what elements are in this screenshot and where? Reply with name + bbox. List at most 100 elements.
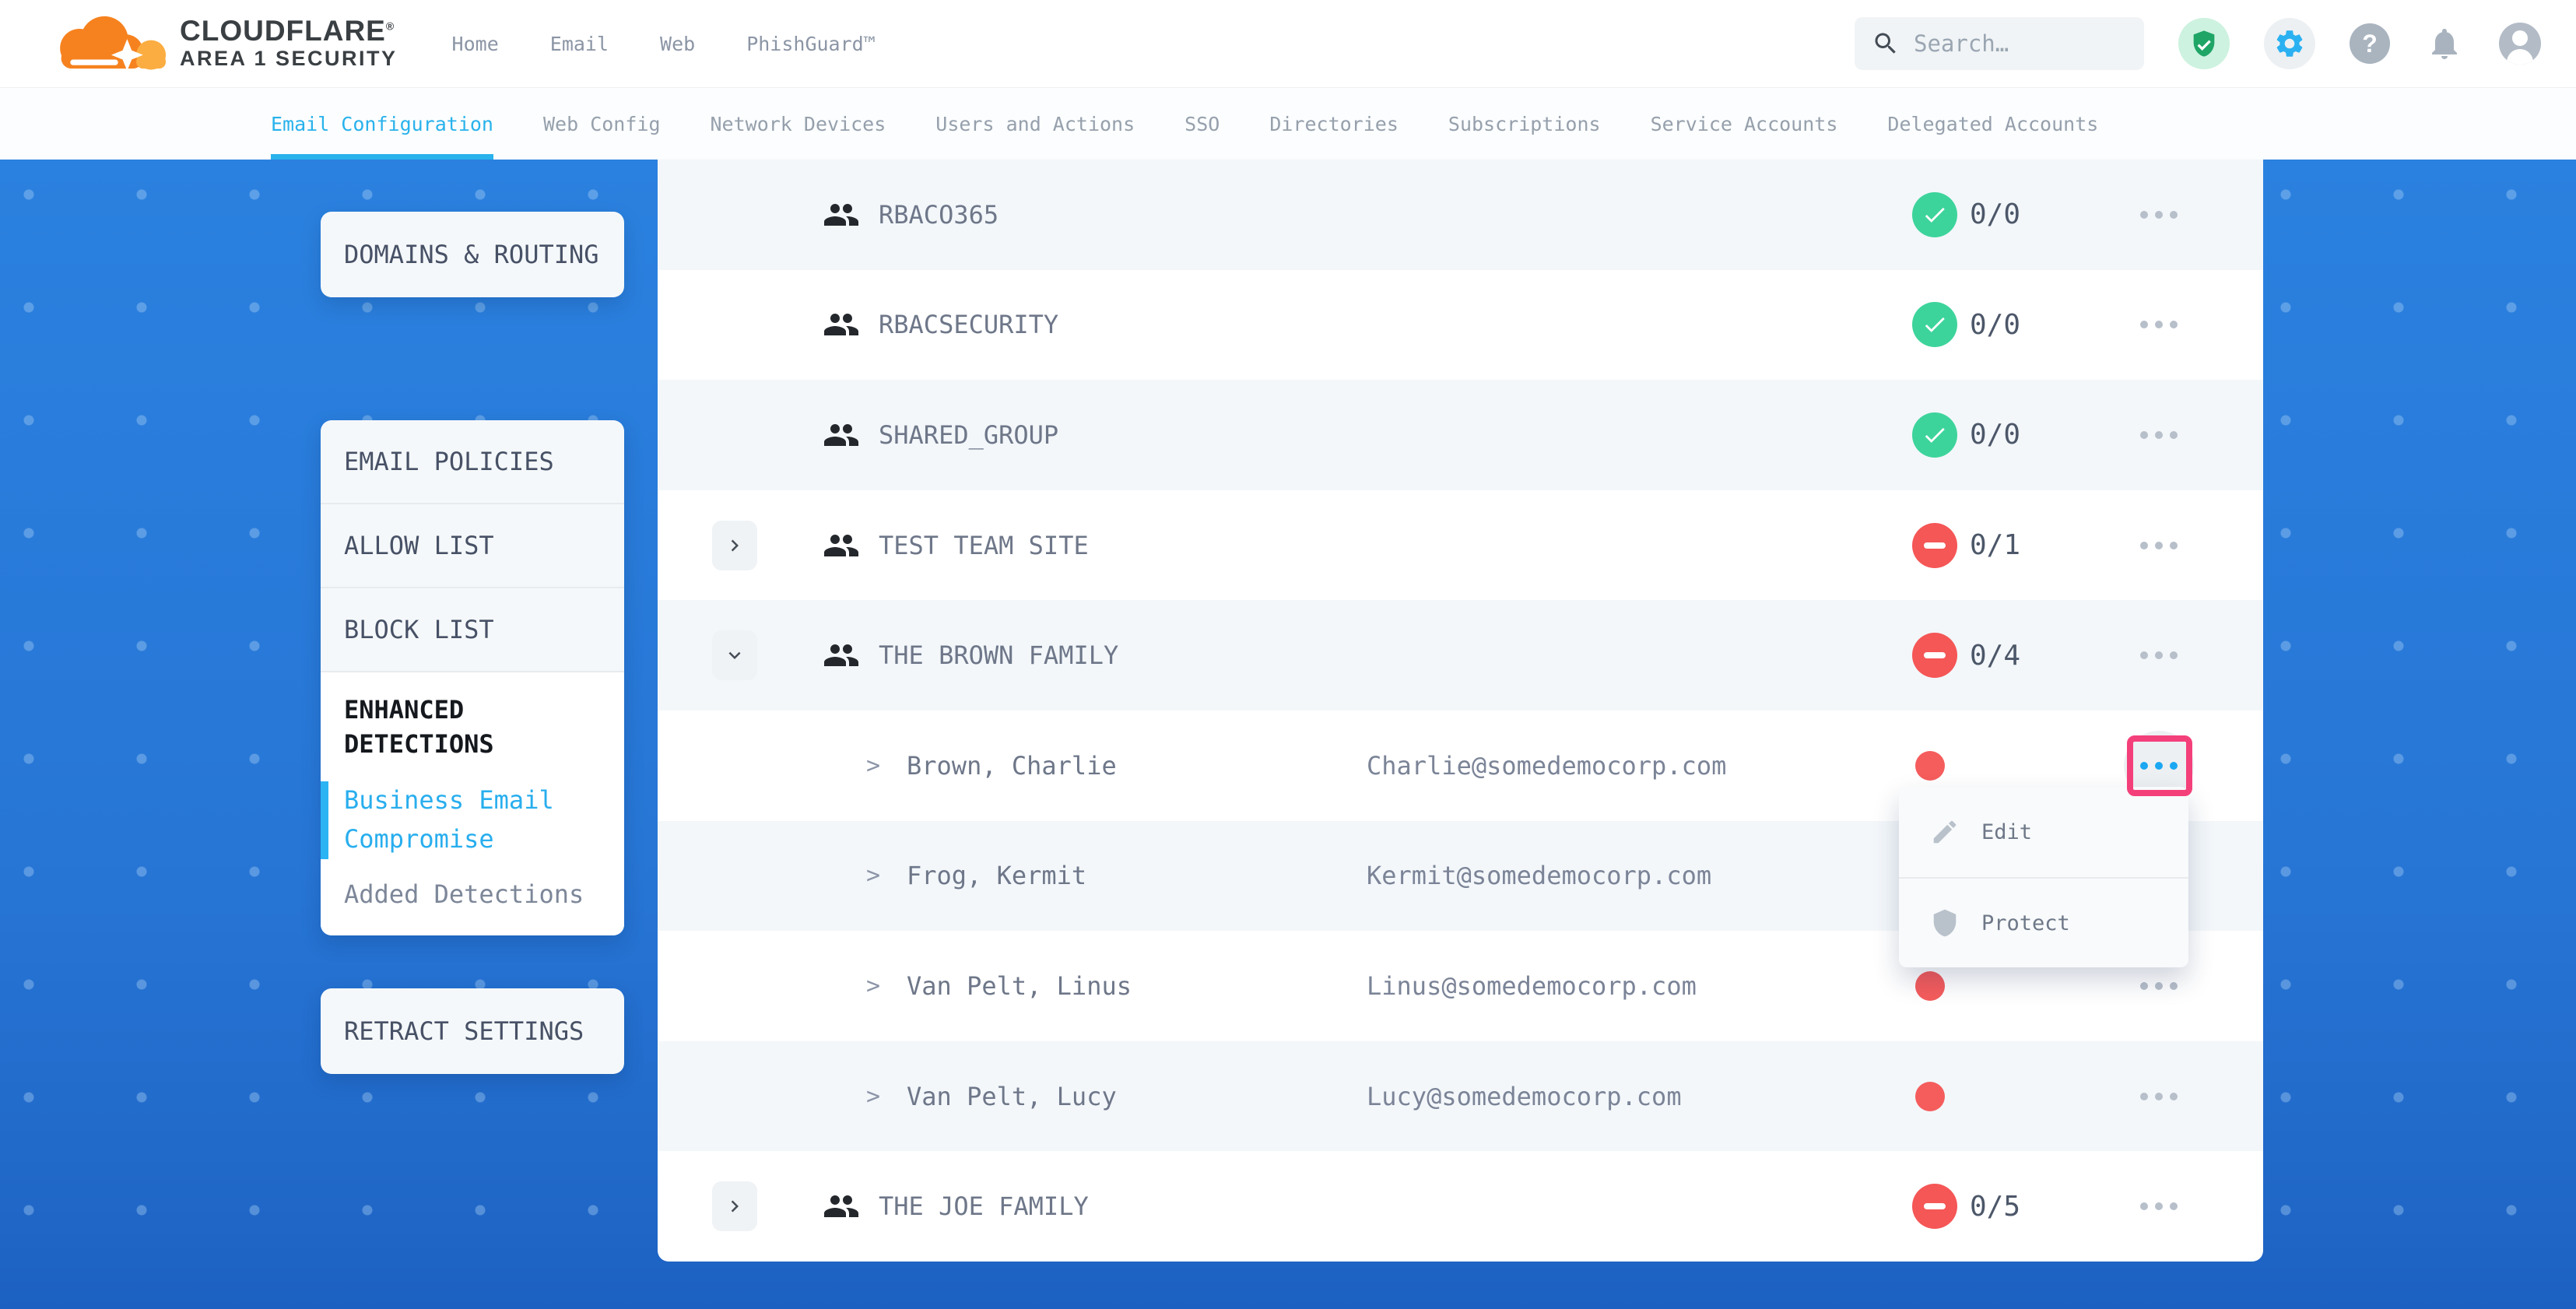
settings-gear-icon[interactable] xyxy=(2264,18,2315,69)
member-expand-arrow[interactable]: > xyxy=(866,1083,880,1110)
group-icon xyxy=(823,1188,860,1225)
sidebar-item-domains-routing[interactable]: DOMAINS & ROUTING xyxy=(321,212,624,297)
alert-dot xyxy=(1915,971,1945,1001)
header-right-cluster: ? xyxy=(1855,17,2541,70)
member-name: Van Pelt, Linus xyxy=(907,971,1132,1001)
status-pass-badge xyxy=(1912,412,1957,458)
protection-status: 0/4 xyxy=(1912,633,2020,678)
search-icon xyxy=(1872,30,1900,58)
group-name: THE BROWN FAMILY xyxy=(879,640,1118,670)
member-name: Frog, Kermit xyxy=(907,861,1086,890)
tab-network-devices[interactable]: Network Devices xyxy=(711,88,886,160)
more-actions-button[interactable] xyxy=(2124,180,2194,250)
tab-users-and-actions[interactable]: Users and Actions xyxy=(935,88,1135,160)
expand-chevron-right-icon[interactable] xyxy=(712,1181,757,1231)
status-blocked-badge xyxy=(1912,1184,1957,1229)
group-icon xyxy=(823,306,860,343)
member-email: Charlie@somedemocorp.com xyxy=(1367,751,1726,781)
sidebar-item-email-policies[interactable]: EMAIL POLICIES xyxy=(321,420,624,504)
sidebar-item-allow-list[interactable]: ALLOW LIST xyxy=(321,504,624,588)
tab-sso[interactable]: SSO xyxy=(1184,88,1220,160)
status-pass-badge xyxy=(1912,192,1957,237)
protection-status: 0/0 xyxy=(1912,192,2020,237)
more-actions-button[interactable] xyxy=(2124,511,2194,581)
more-actions-button[interactable] xyxy=(2124,1062,2194,1132)
pencil-icon xyxy=(1930,817,1960,847)
group-name: RBACO365 xyxy=(879,200,998,230)
help-icon[interactable]: ? xyxy=(2350,23,2390,64)
bec-groups-table: RBACO365 0/0 RBACSECURITY 0/0 SHARED_GRO… xyxy=(658,160,2263,1262)
group-name: SHARED_GROUP xyxy=(879,420,1058,450)
group-icon xyxy=(823,527,860,564)
protection-status: 0/1 xyxy=(1912,523,2020,568)
protection-status: 0/0 xyxy=(1912,412,2020,458)
status-blocked-badge xyxy=(1912,523,1957,568)
config-tab-bar: Email Configuration Web Config Network D… xyxy=(0,87,2576,160)
member-expand-arrow[interactable]: > xyxy=(866,752,880,779)
sidebar-item-business-email-compromise[interactable]: Business Email Compromise xyxy=(321,781,585,858)
member-expand-arrow[interactable]: > xyxy=(866,862,880,890)
tab-subscriptions[interactable]: Subscriptions xyxy=(1448,88,1601,160)
user-avatar-icon[interactable] xyxy=(2499,23,2541,65)
sidebar-policies-card: EMAIL POLICIES ALLOW LIST BLOCK LIST ENH… xyxy=(321,420,624,935)
table-row-group[interactable]: THE JOE FAMILY 0/5 xyxy=(658,1151,2263,1262)
member-name: Brown, Charlie xyxy=(907,751,1117,781)
more-actions-button[interactable] xyxy=(2124,400,2194,470)
more-actions-button[interactable] xyxy=(2124,290,2194,360)
table-row-group[interactable]: TEST TEAM SITE 0/1 xyxy=(658,490,2263,601)
cloudflare-logo: CLOUDFLARE® AREA 1 SECURITY xyxy=(43,14,398,73)
tab-email-configuration[interactable]: Email Configuration xyxy=(271,88,493,160)
row-actions-context-menu: Edit Protect xyxy=(1899,787,2188,967)
brand-subtitle: AREA 1 SECURITY xyxy=(180,47,398,71)
protection-count: 0/0 xyxy=(1970,419,2020,451)
protection-count: 0/0 xyxy=(1970,198,2020,230)
table-row-group[interactable]: SHARED_GROUP 0/0 xyxy=(658,380,2263,490)
status-blocked-badge xyxy=(1912,633,1957,678)
group-name: TEST TEAM SITE xyxy=(879,531,1089,560)
protection-status-icon[interactable] xyxy=(2178,18,2230,69)
notifications-bell-icon[interactable] xyxy=(2424,23,2465,64)
table-row-group[interactable]: THE BROWN FAMILY 0/4 xyxy=(658,600,2263,711)
expand-chevron-right-icon[interactable] xyxy=(712,521,757,570)
member-name: Van Pelt, Lucy xyxy=(907,1082,1117,1111)
cloud-logo-icon xyxy=(43,14,175,73)
more-actions-button[interactable] xyxy=(2124,1171,2194,1241)
alert-dot xyxy=(1915,1082,1945,1111)
member-expand-arrow[interactable]: > xyxy=(866,972,880,999)
protection-count: 0/5 xyxy=(1970,1191,2020,1223)
sidebar-item-block-list[interactable]: BLOCK LIST xyxy=(321,588,624,672)
nav-item-home[interactable]: Home xyxy=(452,33,499,55)
nav-item-web[interactable]: Web xyxy=(660,33,695,55)
sidebar-section-enhanced-detections: ENHANCED DETECTIONS Business Email Compr… xyxy=(321,672,624,935)
protection-status: 0/5 xyxy=(1912,1184,2020,1229)
sidebar-item-added-detections[interactable]: Added Detections xyxy=(344,879,601,909)
tab-delegated-accounts[interactable]: Delegated Accounts xyxy=(1887,88,2098,160)
shield-icon xyxy=(1930,908,1960,938)
protection-count: 0/1 xyxy=(1970,529,2020,561)
more-actions-button[interactable] xyxy=(2124,620,2194,690)
group-icon xyxy=(823,196,860,233)
top-nav: Home Email Web PhishGuard™ xyxy=(452,33,876,55)
sidebar-item-retract-settings[interactable]: RETRACT SETTINGS xyxy=(321,988,624,1074)
search-box[interactable] xyxy=(1855,17,2144,70)
tab-web-config[interactable]: Web Config xyxy=(543,88,661,160)
table-row-group[interactable]: RBACSECURITY 0/0 xyxy=(658,270,2263,381)
protection-count: 0/0 xyxy=(1970,309,2020,341)
tab-service-accounts[interactable]: Service Accounts xyxy=(1651,88,1838,160)
app-header: CLOUDFLARE® AREA 1 SECURITY Home Email W… xyxy=(0,0,2576,87)
group-icon xyxy=(823,637,860,674)
tab-directories[interactable]: Directories xyxy=(1269,88,1399,160)
protection-count: 0/4 xyxy=(1970,640,2020,672)
search-input[interactable] xyxy=(1914,30,2124,57)
nav-item-email[interactable]: Email xyxy=(550,33,609,55)
group-name: RBACSECURITY xyxy=(879,310,1058,339)
table-row-member[interactable]: > Van Pelt, Lucy Lucy@somedemocorp.com xyxy=(658,1041,2263,1152)
collapse-chevron-down-icon[interactable] xyxy=(712,630,757,680)
status-pass-badge xyxy=(1912,302,1957,347)
enhanced-detections-title: ENHANCED DETECTIONS xyxy=(344,693,562,761)
menu-item-edit[interactable]: Edit xyxy=(1899,787,2188,877)
table-row-group[interactable]: RBACO365 0/0 xyxy=(658,160,2263,270)
nav-item-phishguard[interactable]: PhishGuard™ xyxy=(746,33,876,55)
menu-item-protect[interactable]: Protect xyxy=(1899,877,2188,967)
alert-dot xyxy=(1915,751,1945,781)
